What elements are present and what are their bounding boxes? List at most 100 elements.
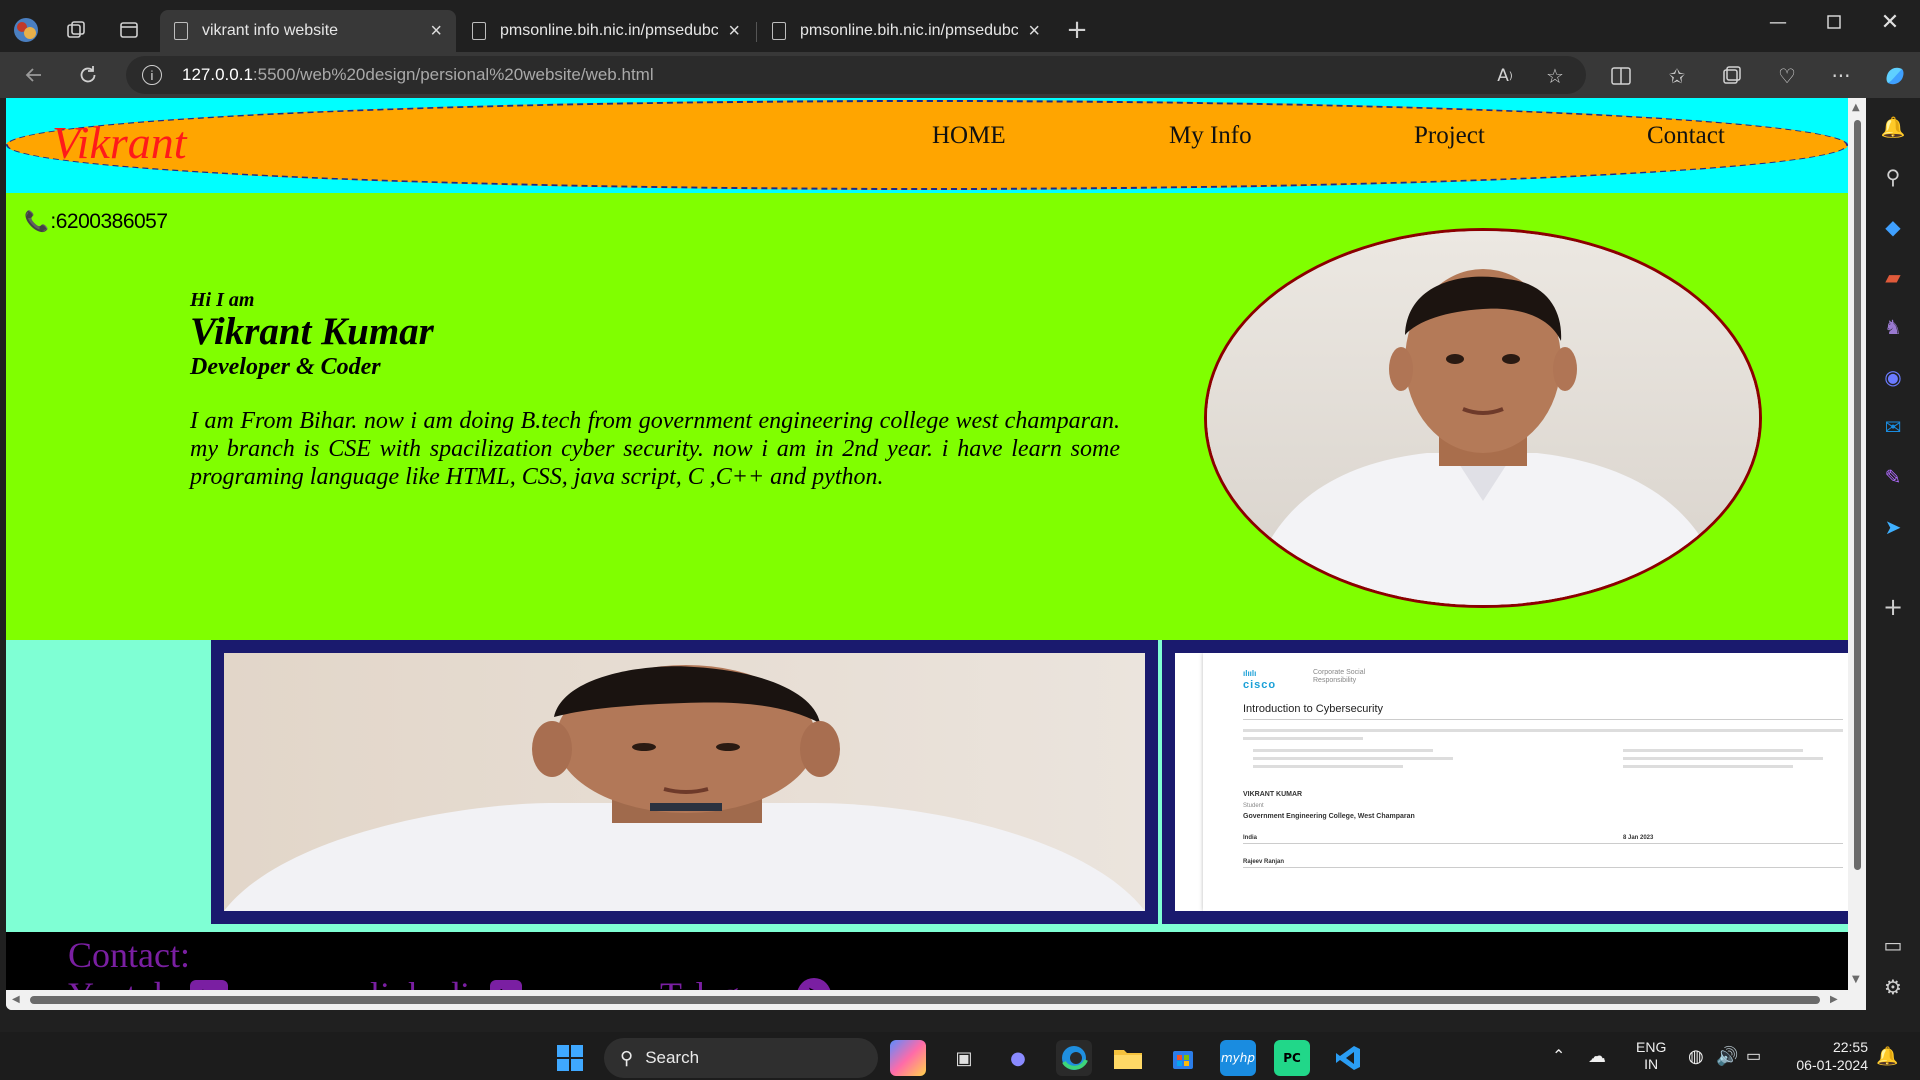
page-icon <box>472 22 486 40</box>
scroll-left-icon[interactable]: ◀ <box>12 994 20 1005</box>
contact-section: Contact: Youtube▶ linkedinin Telegram➤ <box>6 932 1848 990</box>
microsoft-365-icon[interactable]: ◉ <box>1878 362 1908 392</box>
tray-overflow-icon[interactable]: ⌃ <box>1552 1032 1565 1080</box>
certificate-org: cisco <box>1243 679 1277 691</box>
notification-bell-icon[interactable]: 🔔 <box>1878 112 1908 142</box>
edge-icon[interactable] <box>1056 1040 1092 1076</box>
tab-actions-icon[interactable] <box>113 14 145 46</box>
teams-chat-icon[interactable]: ● <box>1000 1040 1036 1076</box>
page-icon <box>174 22 188 40</box>
designer-icon[interactable]: ✎ <box>1878 462 1908 492</box>
close-icon[interactable]: × <box>1028 20 1040 43</box>
windows-start-icon[interactable] <box>552 1040 588 1076</box>
copilot-preview-icon[interactable] <box>890 1040 926 1076</box>
page-icon <box>772 22 786 40</box>
browser-tab-bar: vikrant info website × pmsonline.bih.nic… <box>0 0 1920 60</box>
site-info-icon[interactable]: i <box>142 65 162 85</box>
youtube-link[interactable]: Youtube▶ <box>68 974 229 990</box>
certificate-institution: Government Engineering College, West Cha… <box>1243 813 1415 820</box>
horizontal-scroll-thumb[interactable] <box>30 996 1820 1004</box>
favorites-icon[interactable]: ✩ <box>1662 61 1692 91</box>
taskbar-search[interactable]: ⚲ Search <box>604 1038 878 1078</box>
scroll-up-icon[interactable]: ▲ <box>1852 102 1860 113</box>
notifications-bell-icon[interactable]: 🔔 <box>1876 1032 1898 1080</box>
microsoft-store-icon[interactable] <box>1165 1040 1201 1076</box>
site-logo[interactable]: Vikrant <box>52 116 187 169</box>
website-page: Vikrant HOME My Info Project Contact 📞:6… <box>6 98 1848 990</box>
shopping-tag-icon[interactable]: ◆ <box>1878 212 1908 242</box>
collections-icon[interactable] <box>1717 61 1747 91</box>
phone-text: :6200386057 <box>50 209 168 233</box>
linkedin-label: linkedin <box>370 974 488 990</box>
tools-icon[interactable]: ▰ <box>1878 262 1908 292</box>
clock[interactable]: 22:55 06-01-2024 <box>1786 1032 1868 1080</box>
refresh-icon[interactable] <box>72 59 104 91</box>
vscode-icon[interactable] <box>1330 1040 1366 1076</box>
page-viewport: Vikrant HOME My Info Project Contact 📞:6… <box>6 98 1866 1010</box>
tab-vikrant-info[interactable]: vikrant info website × <box>160 10 456 52</box>
search-icon[interactable]: ⚲ <box>1878 162 1908 192</box>
phone-number[interactable]: 📞:6200386057 <box>24 209 168 234</box>
myhp-icon[interactable]: myhp <box>1220 1040 1256 1076</box>
onedrive-icon[interactable]: ☁ <box>1588 1032 1606 1080</box>
back-icon[interactable] <box>18 59 50 91</box>
favorite-star-icon[interactable]: ☆ <box>1540 61 1570 91</box>
tab-pmsonline-1[interactable]: pmsonline.bih.nic.in/pmsedubcel × <box>458 10 754 52</box>
language-indicator[interactable]: ENG IN <box>1636 1032 1666 1080</box>
divider <box>1243 719 1843 720</box>
vertical-scroll-thumb[interactable] <box>1854 120 1861 870</box>
profile-photo <box>1204 228 1762 608</box>
linkedin-link[interactable]: linkedinin <box>370 974 522 990</box>
certificate-role: Student <box>1243 803 1264 809</box>
network-icon[interactable]: ◍ <box>1688 1032 1704 1080</box>
text-line <box>1243 729 1843 732</box>
scroll-down-icon[interactable]: ▼ <box>1852 974 1860 985</box>
hide-sidebar-icon[interactable]: ▭ <box>1878 930 1908 960</box>
maximize-icon[interactable] <box>1812 8 1856 36</box>
linkedin-icon: in <box>489 980 522 990</box>
tab-separator <box>756 22 757 42</box>
more-icon[interactable]: ··· <box>1826 61 1856 91</box>
nav-project[interactable]: Project <box>1414 122 1485 150</box>
url-field[interactable]: i 127.0.0.1:5500/web%20design/persional%… <box>126 56 1586 94</box>
volume-icon[interactable]: 🔊 <box>1716 1032 1738 1080</box>
tab-pmsonline-2[interactable]: pmsonline.bih.nic.in/pmsedubcel × <box>758 10 1054 52</box>
profile-icon[interactable] <box>10 14 42 46</box>
battery-icon[interactable]: ▭ <box>1746 1032 1761 1080</box>
read-aloud-icon[interactable]: A) <box>1490 61 1520 91</box>
gallery-photo-frame[interactable] <box>211 640 1158 924</box>
vertical-scrollbar[interactable]: ▲ ▼ <box>1848 98 1866 990</box>
copilot-icon[interactable] <box>1880 61 1910 91</box>
workspaces-icon[interactable] <box>60 14 92 46</box>
split-screen-icon[interactable] <box>1606 61 1636 91</box>
gallery-section: ılıılı cisco Corporate Social Responsibil… <box>6 640 1848 932</box>
profile-photo-image <box>1207 231 1759 605</box>
clock-time: 22:55 <box>1832 1039 1868 1055</box>
contact-title: Contact: <box>68 935 190 975</box>
nav-contact[interactable]: Contact <box>1647 122 1725 150</box>
scroll-right-icon[interactable]: ▶ <box>1830 994 1838 1005</box>
search-icon: ⚲ <box>620 1047 634 1068</box>
file-explorer-icon[interactable] <box>1110 1040 1146 1076</box>
outlook-icon[interactable]: ✉ <box>1878 412 1908 442</box>
telegram-link[interactable]: Telegram➤ <box>660 974 832 990</box>
close-icon[interactable]: × <box>728 20 740 43</box>
nav-home[interactable]: HOME <box>932 122 1006 150</box>
window-close-icon[interactable]: ✕ <box>1868 8 1912 36</box>
add-sidebar-app-icon[interactable]: + <box>1878 592 1908 622</box>
horizontal-scrollbar[interactable]: ◀ ▶ <box>6 990 1866 1010</box>
url-path: :5500/web%20design/persional%20website/w… <box>252 65 654 84</box>
close-icon[interactable]: × <box>430 20 442 43</box>
nav-my-info[interactable]: My Info <box>1169 122 1252 150</box>
minimize-icon[interactable]: — <box>1756 8 1800 36</box>
new-tab-icon[interactable]: + <box>1061 14 1093 46</box>
task-view-icon[interactable]: ▣ <box>946 1040 982 1076</box>
browser-essentials-icon[interactable]: ♡ <box>1772 61 1802 91</box>
divider <box>1243 867 1843 868</box>
games-icon[interactable]: ♞ <box>1878 312 1908 342</box>
send-icon[interactable]: ➤ <box>1878 512 1908 542</box>
pycharm-icon[interactable]: PC <box>1274 1040 1310 1076</box>
windows-taskbar: ⚲ Search ▣ ● myhp PC ⌃ ☁ ENG IN ◍ 🔊 ▭ 22… <box>0 1032 1920 1080</box>
sidebar-settings-icon[interactable]: ⚙ <box>1878 972 1908 1002</box>
certificate-frame[interactable]: ılıılı cisco Corporate Social Responsibil… <box>1162 640 1848 924</box>
